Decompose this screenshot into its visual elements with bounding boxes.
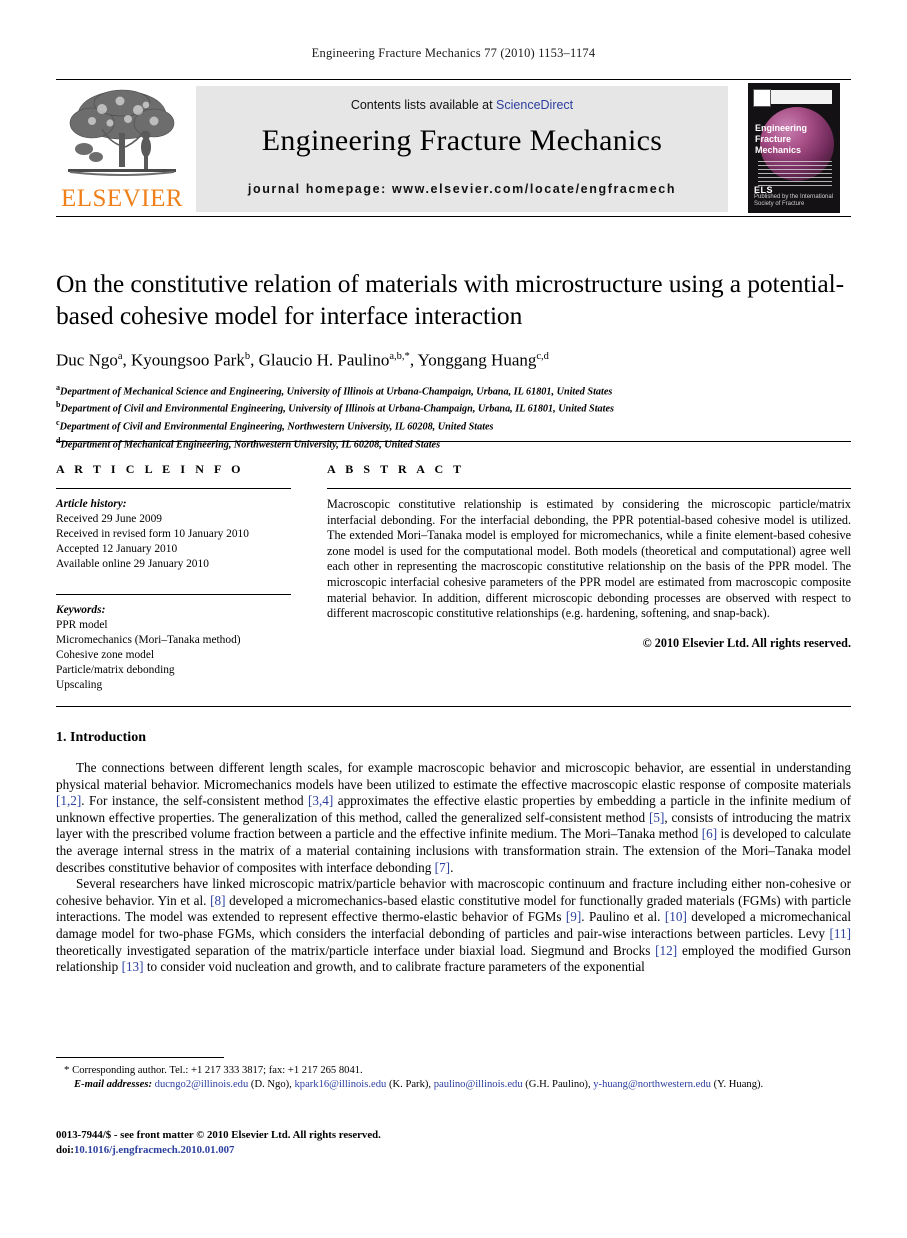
affiliation-c: cDepartment of Civil and Environmental E… [56, 416, 851, 434]
elsevier-wordmark: ELSEVIER [60, 185, 184, 212]
cover-title-line2: Fracture Mechanics [755, 134, 802, 155]
intro-paragraph-1: The connections between different length… [56, 760, 851, 875]
email-addresses-note: E-mail addresses: ducngo2@illinois.edu (… [74, 1079, 764, 1090]
section-number: 1. [56, 730, 67, 745]
masthead-bottom-rule [56, 216, 851, 217]
history-item: Received 29 June 2009 [56, 513, 162, 525]
journal-title: Engineering Fracture Mechanics [261, 124, 663, 157]
introduction-heading: 1. Introduction [56, 730, 851, 746]
doi-link[interactable]: 10.1016/j.engfracmech.2010.01.007 [74, 1144, 234, 1156]
author-list: Duc Ngoa, Kyoungsoo Parkb, Glaucio H. Pa… [56, 350, 549, 370]
section-title: Introduction [70, 730, 146, 745]
article-title: On the constitutive relation of material… [56, 269, 844, 330]
history-item: Available online 29 January 2010 [56, 558, 209, 570]
elsevier-tree-icon [68, 89, 176, 176]
abstract-copyright: © 2010 Elsevier Ltd. All rights reserved… [642, 635, 851, 650]
title-block: On the constitutive relation of material… [56, 268, 851, 452]
contents-prefix: Contents lists available at [350, 98, 497, 112]
running-head: Engineering Fracture Mechanics 77 (2010)… [311, 46, 596, 60]
elsevier-logo: ELSEVIER [60, 85, 188, 215]
affiliation-text: Department of Civil and Environmental En… [60, 403, 614, 415]
keywords-rule [56, 594, 291, 595]
affiliation-b: bDepartment of Civil and Environmental E… [56, 398, 851, 416]
cover-footer-logo: ELS [754, 185, 774, 195]
affiliation-d: dDepartment of Mechanical Engineering, N… [56, 434, 851, 452]
info-section-top-rule [56, 441, 851, 442]
corresponding-author-note: * Corresponding author. Tel.: +1 217 333… [64, 1064, 363, 1076]
keyword-item: Upscaling [56, 679, 103, 691]
keyword-item: Particle/matrix debonding [56, 664, 175, 676]
issn-line: 0013-7944/$ - see front matter © 2010 El… [56, 1129, 381, 1141]
abstract-heading: A B S T R A C T [327, 462, 465, 476]
article-info-heading: A R T I C L E I N F O [56, 462, 245, 476]
keywords-list: PPR model Micromechanics (Mori–Tanaka me… [56, 618, 291, 693]
affiliation-text: Department of Mechanical Science and Eng… [60, 386, 613, 398]
journal-cover-thumbnail[interactable]: Engineering Fracture Mechanics ELS Publi… [748, 83, 840, 213]
footnote-rule [56, 1057, 224, 1058]
imprint-block: 0013-7944/$ - see front matter © 2010 El… [56, 1128, 556, 1157]
article-history-list: Received 29 June 2009 Received in revise… [56, 512, 291, 572]
article-history-label: Article history: [56, 498, 127, 510]
cover-badge-icon [753, 89, 771, 107]
sciencedirect-link[interactable]: ScienceDirect [496, 98, 573, 112]
journal-band: Contents lists available at ScienceDirec… [196, 86, 728, 212]
journal-masthead: ELSEVIER Contents lists available at Sci… [56, 79, 851, 217]
affiliation-a: aDepartment of Mechanical Science and En… [56, 381, 851, 399]
doi-label: doi: [56, 1143, 74, 1156]
article-info-column: A R T I C L E I N F O Article history: R… [56, 462, 291, 693]
journal-homepage-link[interactable]: journal homepage: www.elsevier.com/locat… [196, 182, 728, 196]
cover-footer-text: Published by the International Society o… [754, 194, 834, 207]
masthead-top-rule [56, 79, 851, 80]
footnote-block: * Corresponding author. Tel.: +1 217 333… [56, 1063, 851, 1092]
keywords-label: Keywords: [56, 604, 106, 616]
history-item: Accepted 12 January 2010 [56, 543, 178, 555]
abstract-column: A B S T R A C T Macroscopic constitutive… [327, 462, 851, 651]
abstract-text: Macroscopic constitutive relationship is… [327, 497, 851, 621]
cover-journal-title: Engineering Fracture Mechanics [755, 123, 837, 156]
cover-title-line1: Engineering [755, 123, 808, 133]
contents-available-line: Contents lists available at ScienceDirec… [196, 98, 728, 112]
article-info-rule [56, 488, 291, 489]
affiliation-text: Department of Civil and Environmental En… [59, 421, 494, 433]
article-page: Engineering Fracture Mechanics 77 (2010)… [0, 0, 907, 1238]
body-content: 1. Introduction The connections between … [56, 730, 851, 976]
cover-striation-graphic [758, 161, 832, 187]
doi-line: doi:10.1016/j.engfracmech.2010.01.007 [56, 1143, 556, 1158]
intro-paragraph-2: Several researchers have linked microsco… [56, 876, 851, 975]
abstract-rule [327, 488, 851, 489]
keyword-item: Cohesive zone model [56, 649, 155, 661]
cover-footer: ELS Published by the International Socie… [754, 185, 840, 208]
history-item: Received in revised form 10 January 2010 [56, 528, 249, 540]
keyword-item: Micromechanics (Mori–Tanaka method) [56, 634, 241, 646]
body-top-rule [56, 706, 851, 707]
keyword-item: PPR model [56, 619, 108, 631]
